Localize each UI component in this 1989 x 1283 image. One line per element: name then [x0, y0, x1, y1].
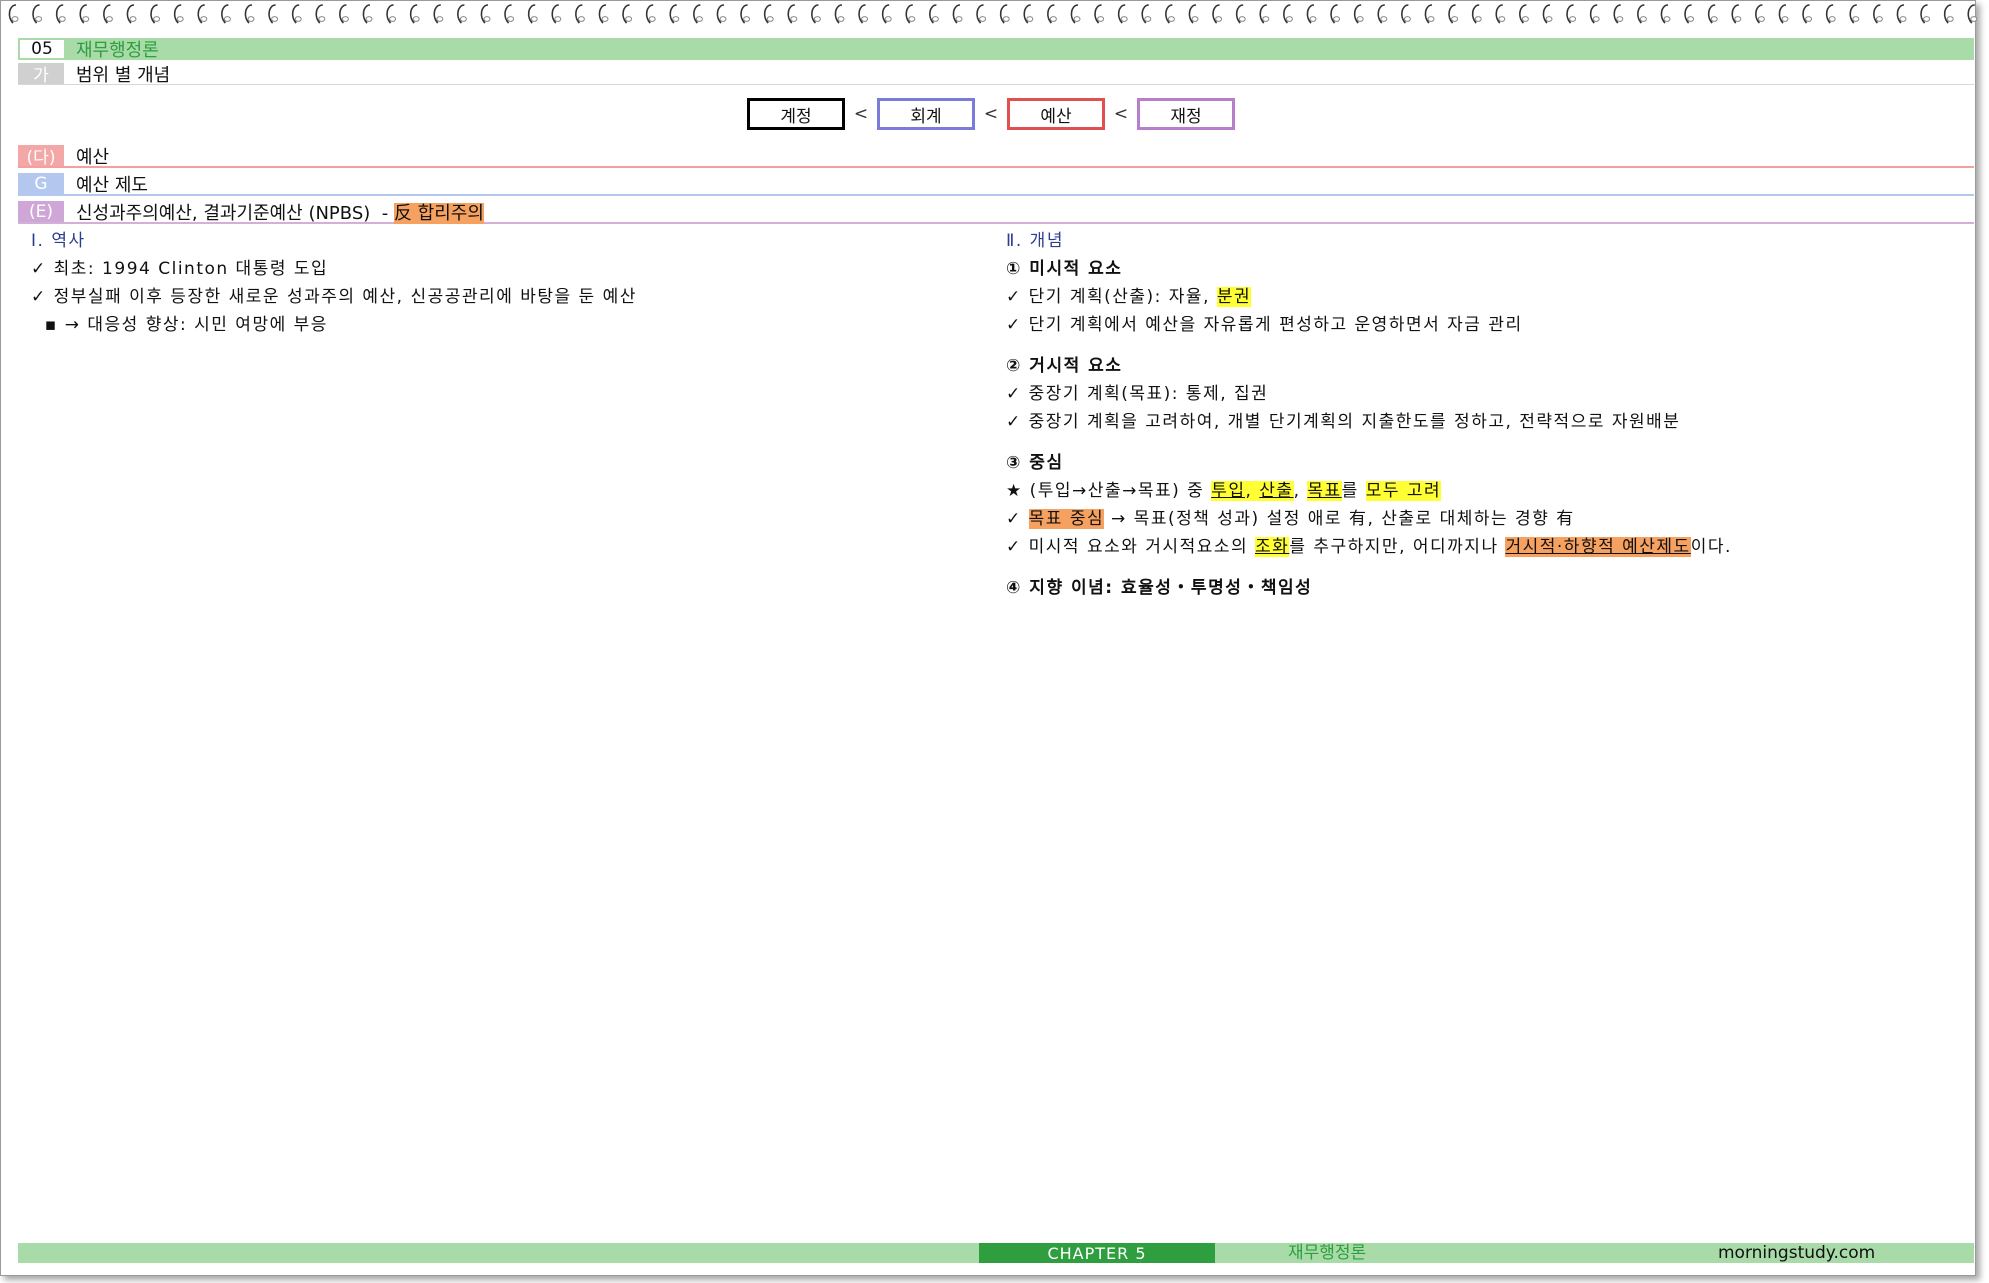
macro-line: ✓ 중장기 계획을 고려하여, 개별 단기계획의 지출한도를 정하고, 전략적으… [1006, 412, 1681, 432]
flow-box-finance: 재정 [1137, 98, 1235, 130]
footer-site: morningstudy.com [1718, 1243, 1876, 1263]
center-line: ★ (투입→산출→목표) 중 투입, 산출, 목표를 모두 고려 [1006, 477, 1732, 505]
micro-title: ① 미시적 요소 [1006, 259, 1123, 279]
center-line-text: 를 [1341, 481, 1366, 501]
subsection-g-bar: G 예산 제도 [18, 173, 1974, 196]
history-heading: Ⅰ. 역사 [31, 231, 86, 251]
section-tag: 가 [18, 63, 64, 86]
center-line: ✓ 미시적 요소와 거시적요소의 조화를 추구하지만, 어디까지나 거시적·하향… [1006, 533, 1732, 561]
goal-highlight: 목표 [1307, 481, 1342, 501]
flow-separator: < [853, 104, 869, 124]
footer-title: 재무행정론 [1288, 1243, 1367, 1263]
history-column: Ⅰ. 역사 ✓ 최초: 1994 Clinton 대통령 도입 ✓ 정부실패 이… [31, 227, 637, 339]
concept-flow: 계정 < 회계 < 예산 < 재정 [747, 98, 1235, 130]
consider-all-highlight: 모두 고려 [1365, 481, 1442, 501]
history-line: ✓ 최초: 1994 Clinton 대통령 도입 [31, 259, 329, 279]
ideology-title: ④ 지향 이념: 효율성・투명성・책임성 [1006, 578, 1313, 598]
macro-topdown-highlight: 거시적·하향적 예산제도 [1505, 537, 1691, 557]
harmony-highlight: 조화 [1255, 537, 1290, 557]
center-line-text: → 목표(정책 성과) 설정 애로 有, 산출로 대체하는 경향 有 [1104, 509, 1575, 529]
subsection-e-bar: (E) 신성과주의예산, 결과기준예산 (NPBS) - 反 합리주의 [18, 201, 1974, 224]
subsection-da-bar: (다) 예산 [18, 145, 1974, 168]
footer-chapter: CHAPTER 5 [979, 1243, 1215, 1263]
chapter-header-bar: 05 재무행정론 [18, 38, 1974, 61]
section-title: 범위 별 개념 [76, 64, 171, 86]
concept-heading: Ⅱ. 개념 [1006, 231, 1064, 251]
subsection-da-title: 예산 [76, 146, 110, 168]
subsection-e-tag: (E) [18, 201, 64, 222]
center-line-text: 이다. [1690, 537, 1732, 557]
history-line: ▪ → 대응성 향상: 시민 여망에 부응 [31, 315, 328, 335]
subsection-da-tag: (다) [18, 145, 64, 168]
concept-column: Ⅱ. 개념 ① 미시적 요소 ✓ 단기 계획(산출): 자율, 분권 ✓ 단기 … [1006, 227, 1732, 602]
center-title: ③ 중심 [1006, 453, 1064, 473]
macro-title: ② 거시적 요소 [1006, 356, 1123, 376]
center-line: ✓ 목표 중심 → 목표(정책 성과) 설정 애로 有, 산출로 대체하는 경향… [1006, 505, 1732, 533]
decentralization-highlight: 분권 [1216, 287, 1252, 307]
flow-box-accounting: 회계 [877, 98, 975, 130]
anti-rationalism-highlight: 反 합리주의 [393, 202, 484, 224]
footer-bar: CHAPTER 5 재무행정론 morningstudy.com [18, 1243, 1974, 1263]
flow-box-budget: 예산 [1007, 98, 1105, 130]
input-highlight: 투입 [1211, 481, 1246, 501]
flow-box-account: 계정 [747, 98, 845, 130]
check-mark: ✓ [1006, 509, 1029, 529]
micro-line: ✓ 단기 계획(산출): 자율, 분권 [1006, 283, 1732, 311]
output-highlight: 산출 [1259, 481, 1294, 501]
spiral-binding [1, 1, 1977, 35]
document-page: 05 재무행정론 가 범위 별 개념 계정 < 회계 < 예산 < 재정 (다)… [0, 0, 1977, 1276]
micro-line: ✓ 단기 계획에서 예산을 자유롭게 편성하고 운영하면서 자금 관리 [1006, 315, 1523, 335]
subsection-e-text: 신성과주의예산, 결과기준예산 (NPBS) - [76, 202, 394, 224]
flow-separator: < [983, 104, 999, 124]
chapter-title: 재무행정론 [76, 40, 159, 61]
subsection-g-title: 예산 제도 [76, 174, 148, 196]
center-line-text: 를 추구하지만, 어디까지나 [1289, 537, 1506, 557]
macro-line: ✓ 중장기 계획(목표): 통제, 집권 [1006, 384, 1269, 404]
comma: , [1245, 481, 1260, 501]
section-header-bar: 가 범위 별 개념 [18, 63, 1974, 86]
goal-center-highlight: 목표 중심 [1028, 509, 1105, 529]
history-line: ✓ 정부실패 이후 등장한 새로운 성과주의 예산, 신공공관리에 바탕을 둔 … [31, 287, 637, 307]
comma: , [1293, 481, 1308, 501]
center-line-text: ★ (투입→산출→목표) 중 [1006, 481, 1212, 501]
subsection-g-tag: G [18, 173, 64, 194]
micro-line-text: ✓ 단기 계획(산출): 자율, [1006, 287, 1217, 307]
flow-separator: < [1113, 104, 1129, 124]
chapter-number: 05 [20, 39, 64, 59]
subsection-e-title: 신성과주의예산, 결과기준예산 (NPBS) - 反 합리주의 [64, 199, 484, 225]
center-line-text: ✓ 미시적 요소와 거시적요소의 [1006, 537, 1256, 557]
